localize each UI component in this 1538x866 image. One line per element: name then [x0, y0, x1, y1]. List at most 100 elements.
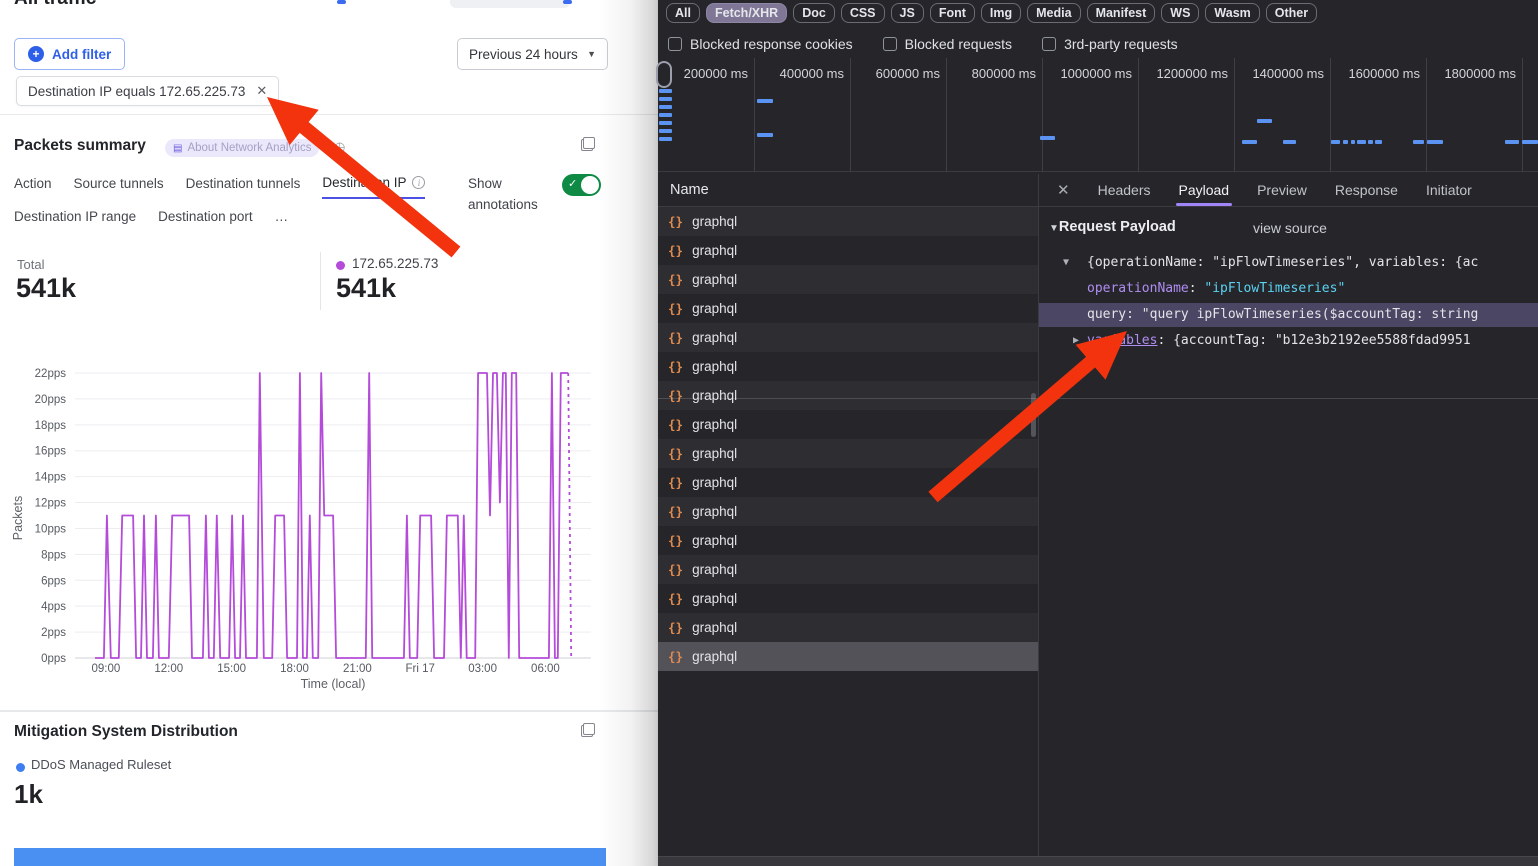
request-row[interactable]: {}graphql	[658, 381, 1038, 410]
filter-pill-doc[interactable]: Doc	[793, 3, 835, 23]
filter-chip-label: Destination IP equals 172.65.225.73	[28, 84, 245, 99]
filter-pill-media[interactable]: Media	[1027, 3, 1080, 23]
request-timeline-marker	[659, 137, 672, 141]
json-braces-icon: {}	[668, 591, 683, 606]
request-row[interactable]: {}graphql	[658, 294, 1038, 323]
request-timeline-marker	[1357, 140, 1366, 144]
tab-response[interactable]: Response	[1335, 182, 1398, 198]
summary-tab-source-tunnels[interactable]: Source tunnels	[74, 175, 164, 199]
request-row[interactable]: {}graphql	[658, 497, 1038, 526]
filter-pill-all[interactable]: All	[666, 3, 700, 23]
ruler-tick-label: 400000 ms	[760, 66, 844, 81]
payload-line[interactable]: ▼{operationName: "ipFlowTimeseries", var…	[1039, 251, 1538, 275]
request-list: {}graphql{}graphql{}graphql{}graphql{}gr…	[658, 207, 1038, 671]
expand-card-icon[interactable]	[581, 137, 595, 151]
clock-icon: ◷	[334, 139, 345, 155]
tab-headers[interactable]: Headers	[1098, 182, 1151, 198]
checkbox-label: 3rd-party requests	[1064, 36, 1178, 52]
request-row[interactable]: {}graphql	[658, 439, 1038, 468]
tab-preview[interactable]: Preview	[1257, 182, 1307, 198]
request-name: graphql	[692, 620, 737, 635]
checkbox-3rd-party-requests[interactable]: 3rd-party requests	[1042, 36, 1178, 52]
expand-card-icon[interactable]	[581, 723, 595, 737]
close-icon[interactable]: ✕	[1057, 181, 1070, 199]
devtools-bottom-strip	[658, 856, 1538, 866]
triangle-down-icon[interactable]: ▼	[1063, 251, 1069, 275]
ruler-gridline	[754, 58, 755, 172]
summary-tab-destination-ip-range[interactable]: Destination IP range	[14, 209, 136, 231]
request-timeline-marker	[1040, 136, 1055, 140]
checkbox-box[interactable]	[883, 37, 897, 51]
request-timeline-marker	[1242, 140, 1257, 144]
svg-text:12pps: 12pps	[35, 498, 67, 510]
checkbox-box[interactable]	[668, 37, 682, 51]
tab-initiator[interactable]: Initiator	[1426, 182, 1472, 198]
filter-pill-wasm[interactable]: Wasm	[1205, 3, 1259, 23]
summary-tab-action[interactable]: Action	[14, 175, 52, 199]
divider	[658, 398, 1538, 399]
checkbox-label: Blocked response cookies	[690, 36, 853, 52]
show-annotations-toggle[interactable]: ✓	[562, 174, 601, 196]
request-timeline-marker	[1351, 140, 1355, 144]
request-row[interactable]: {}graphql	[658, 352, 1038, 381]
request-row[interactable]: {}graphql	[658, 642, 1038, 671]
summary-tab-destination-tunnels[interactable]: Destination tunnels	[186, 175, 301, 199]
filter-pill-js[interactable]: JS	[891, 3, 924, 23]
series-value: 541k	[336, 273, 396, 304]
request-row[interactable]: {}graphql	[658, 468, 1038, 497]
filter-pill-other[interactable]: Other	[1266, 3, 1317, 23]
request-row[interactable]: {}graphql	[658, 613, 1038, 642]
request-timeline-marker	[1522, 140, 1538, 144]
request-row[interactable]: {}graphql	[658, 555, 1038, 584]
svg-text:Packets: Packets	[11, 496, 25, 540]
svg-text:20pps: 20pps	[35, 394, 67, 406]
filter-pill-ws[interactable]: WS	[1161, 3, 1199, 23]
summary-tab-[interactable]: …	[275, 209, 289, 231]
svg-text:16pps: 16pps	[35, 446, 67, 458]
tab-payload[interactable]: Payload	[1179, 182, 1230, 198]
checkbox-blocked-response-cookies[interactable]: Blocked response cookies	[668, 36, 853, 52]
request-row[interactable]: {}graphql	[658, 236, 1038, 265]
ruler-tick-label: 1600000 ms	[1336, 66, 1420, 81]
request-row[interactable]: {}graphql	[658, 323, 1038, 352]
request-timeline-marker	[659, 97, 672, 101]
filter-pill-img[interactable]: Img	[981, 3, 1021, 23]
svg-text:18pps: 18pps	[35, 420, 67, 432]
request-row[interactable]: {}graphql	[658, 207, 1038, 236]
summary-tab-destination-ip[interactable]: Destination IPi	[322, 175, 425, 199]
network-timeline-overview[interactable]: 200000 ms400000 ms600000 ms800000 ms1000…	[658, 58, 1538, 172]
view-source-link[interactable]: view source	[1253, 220, 1327, 236]
request-row[interactable]: {}graphql	[658, 265, 1038, 294]
request-row[interactable]: {}graphql	[658, 584, 1038, 613]
scrollbar-thumb[interactable]	[1031, 393, 1036, 437]
json-braces-icon: {}	[668, 272, 683, 287]
filter-pill-manifest[interactable]: Manifest	[1087, 3, 1156, 23]
filter-pill-font[interactable]: Font	[930, 3, 975, 23]
time-range-dropdown[interactable]: Previous 24 hours ▼	[457, 38, 608, 70]
summary-tab-destination-port[interactable]: Destination port	[158, 209, 253, 231]
show-annotations-label: Show annotations	[468, 174, 562, 216]
remove-filter-icon[interactable]: ✕	[256, 83, 267, 99]
payload-line[interactable]: operationName: "ipFlowTimeseries"	[1039, 277, 1538, 301]
filter-pill-fetch-xhr[interactable]: Fetch/XHR	[706, 3, 787, 23]
about-network-analytics-badge[interactable]: ▤ About Network Analytics	[165, 139, 319, 157]
request-payload-section-header[interactable]: ▼Request Payload	[1049, 219, 1176, 235]
payload-text: :	[1189, 281, 1205, 296]
mitigation-title: Mitigation System Distribution	[14, 723, 238, 741]
payload-line[interactable]: ▶variables: {accountTag: "b12e3b2192ee55…	[1039, 329, 1538, 353]
request-timeline-marker	[1283, 140, 1296, 144]
window-edge-shade	[598, 0, 658, 866]
filter-chip[interactable]: Destination IP equals 172.65.225.73 ✕	[16, 76, 279, 106]
request-name: graphql	[692, 243, 737, 258]
request-row[interactable]: {}graphql	[658, 526, 1038, 555]
request-row[interactable]: {}graphql	[658, 410, 1038, 439]
request-timeline-marker	[1343, 140, 1348, 144]
svg-text:15:00: 15:00	[217, 663, 246, 675]
name-column-header[interactable]: Name	[658, 174, 1038, 207]
payload-line[interactable]: query: "query ipFlowTimeseries($accountT…	[1039, 303, 1538, 327]
checkbox-box[interactable]	[1042, 37, 1056, 51]
add-filter-button[interactable]: + Add filter	[14, 38, 125, 70]
triangle-right-icon[interactable]: ▶	[1073, 329, 1079, 353]
filter-pill-css[interactable]: CSS	[841, 3, 885, 23]
checkbox-blocked-requests[interactable]: Blocked requests	[883, 36, 1012, 52]
